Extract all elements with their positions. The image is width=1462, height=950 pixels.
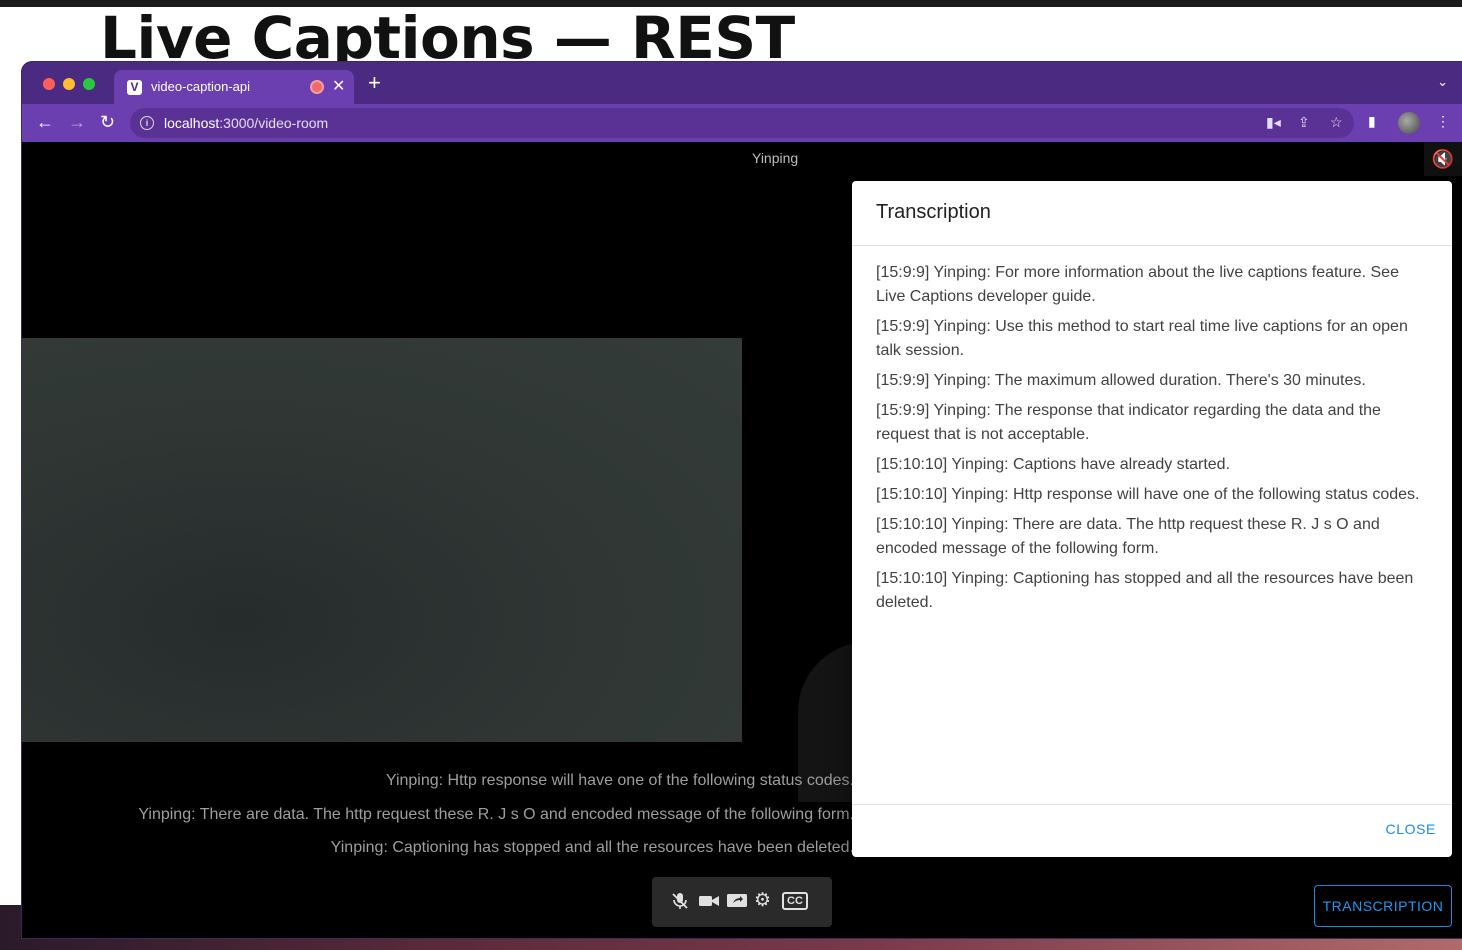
- dialog-divider: [852, 804, 1452, 805]
- transcription-list[interactable]: [15:9:9] Yinping: For more information a…: [876, 261, 1432, 801]
- tab-search-chevron-icon[interactable]: ⌄: [1437, 74, 1448, 90]
- transcription-entry: [15:9:9] Yinping: The response that indi…: [876, 402, 1381, 443]
- transcription-dialog: Transcription [15:9:9] Yinping: For more…: [852, 181, 1452, 857]
- transcription-entry: [15:9:9] Yinping: The maximum allowed du…: [876, 372, 1366, 389]
- address-bar[interactable]: i localhost:3000/video-room ▮◂ ⇪ ☆: [130, 108, 1354, 138]
- video-room: Yinping 🔇 Yinping: Http response will ha…: [22, 142, 1462, 938]
- tab-title: video-caption-api: [151, 79, 251, 94]
- call-controls: ⚙ CC: [652, 877, 832, 927]
- side-panel-icon[interactable]: ▮: [1368, 113, 1376, 130]
- transcription-entry: [15:10:10] Yinping: Captioning has stopp…: [876, 570, 1414, 611]
- maximize-window-button[interactable]: [83, 78, 95, 90]
- mic-off-icon[interactable]: [670, 891, 690, 916]
- forward-arrow-icon[interactable]: →: [68, 112, 86, 132]
- close-window-button[interactable]: [43, 78, 55, 90]
- browser-toolbar: ← → ↻ i localhost:3000/video-room ▮◂ ⇪ ☆…: [22, 104, 1462, 142]
- slide-title: Live Captions — REST: [100, 4, 795, 64]
- url-host: localhost: [164, 115, 220, 131]
- close-button[interactable]: CLOSE: [1386, 821, 1436, 837]
- speaker-muted-icon[interactable]: 🔇: [1424, 142, 1462, 176]
- transcription-button[interactable]: TRANSCRIPTION: [1314, 885, 1452, 927]
- reload-icon[interactable]: ↻: [100, 112, 115, 132]
- transcription-entry: [15:9:9] Yinping: For more information a…: [876, 264, 1399, 305]
- tab-bar: V video-caption-api ✕ + ⌄: [22, 62, 1462, 104]
- more-menu-icon[interactable]: ⋮: [1436, 113, 1450, 130]
- transcription-entry: [15:10:10] Yinping: There are data. The …: [876, 516, 1380, 557]
- url-path: :3000/video-room: [219, 115, 329, 131]
- transcription-entry: [15:9:9] Yinping: Use this method to sta…: [876, 318, 1408, 359]
- transcription-entry: [15:10:10] Yinping: Captions have alread…: [876, 456, 1231, 473]
- browser-tab[interactable]: V video-caption-api ✕: [114, 70, 354, 104]
- caption-line: Yinping: Http response will have one of …: [385, 772, 852, 789]
- share-icon[interactable]: ⇪: [1298, 114, 1310, 131]
- dialog-divider: [852, 245, 1452, 246]
- favicon-icon: V: [127, 80, 142, 95]
- participant-name: Yinping: [752, 150, 799, 166]
- local-video-frame: [22, 338, 742, 742]
- transcription-entry: [15:10:10] Yinping: Http response will h…: [876, 486, 1420, 503]
- recording-indicator-icon: [312, 82, 322, 92]
- tab-close-icon[interactable]: ✕: [332, 76, 345, 96]
- caption-line: Yinping: Captioning has stopped and all …: [330, 839, 852, 856]
- profile-avatar[interactable]: [1398, 112, 1420, 134]
- dialog-title: Transcription: [876, 201, 991, 223]
- back-arrow-icon[interactable]: ←: [36, 112, 54, 132]
- live-captions: Yinping: Http response will have one of …: [22, 762, 852, 862]
- screen-share-icon[interactable]: [726, 891, 748, 916]
- minimize-window-button[interactable]: [63, 78, 75, 90]
- gear-icon[interactable]: ⚙: [754, 891, 771, 911]
- camera-icon[interactable]: [698, 891, 720, 916]
- bookmark-star-icon[interactable]: ☆: [1330, 114, 1343, 131]
- camera-in-use-icon[interactable]: ▮◂: [1266, 114, 1281, 131]
- cc-icon[interactable]: CC: [782, 892, 808, 910]
- browser-window: V video-caption-api ✕ + ⌄ ← → ↻ i localh…: [22, 62, 1462, 938]
- caption-line: Yinping: There are data. The http reques…: [138, 806, 852, 823]
- url-text[interactable]: localhost:3000/video-room: [164, 115, 328, 131]
- new-tab-icon[interactable]: +: [368, 72, 381, 94]
- site-info-icon[interactable]: i: [140, 116, 154, 130]
